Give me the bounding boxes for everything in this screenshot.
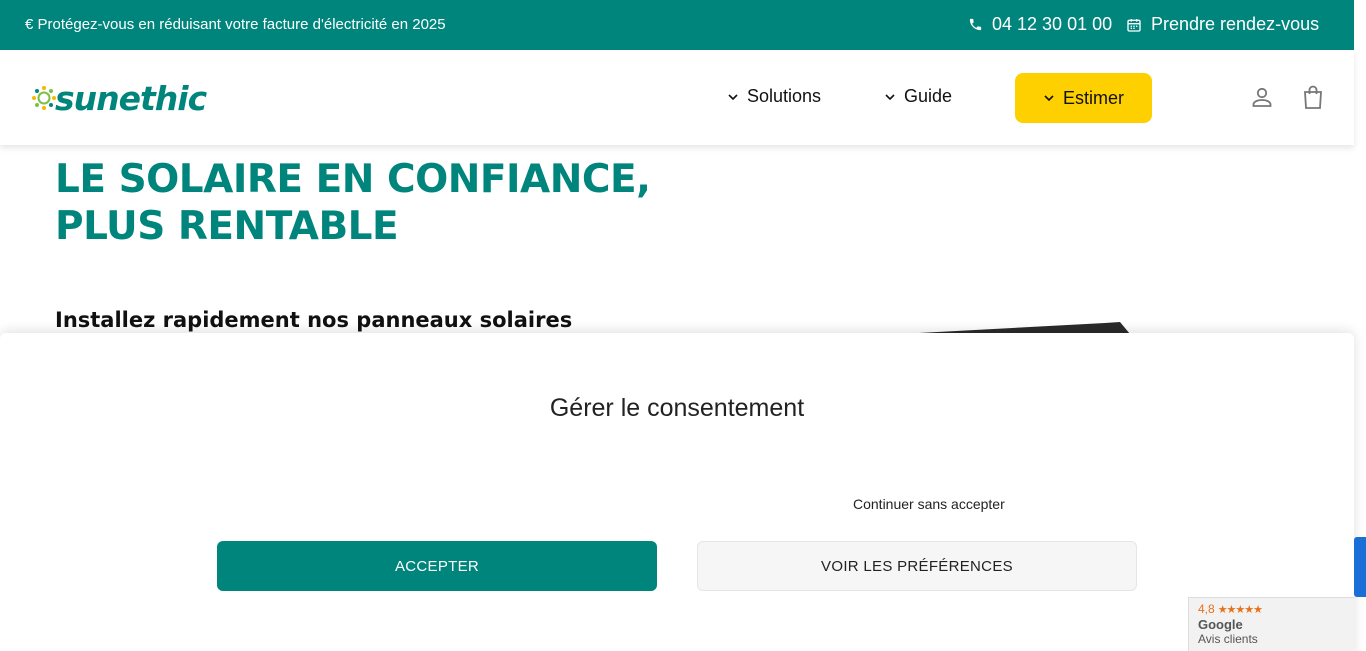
logo[interactable]: sunethic [31, 78, 207, 118]
star-rating-icon: ★★★★★ [1217, 603, 1263, 616]
promo-text[interactable]: € Protégez-vous en réduisant votre factu… [25, 16, 446, 33]
google-reviews-badge[interactable]: 4,8 ★★★★★ Google Avis clients [1188, 597, 1354, 651]
nav-solutions[interactable]: Solutions [727, 86, 821, 107]
hero-title-line2: PLUS RENTABLE [55, 204, 399, 249]
nav-guide-label: Guide [904, 86, 953, 106]
phone-number: 04 12 30 01 00 [992, 14, 1113, 34]
nav-guide[interactable]: Guide [884, 86, 952, 107]
announcement-bar: € Protégez-vous en réduisant votre factu… [0, 0, 1354, 50]
logo-text: sunethic [55, 78, 207, 118]
consent-modal: Gérer le consentement Continuer sans acc… [0, 333, 1354, 651]
appointment-label: Prendre rendez-vous [1151, 14, 1320, 34]
view-preferences-button[interactable]: VOIR LES PRÉFÉRENCES [697, 541, 1137, 591]
nav-solutions-label: Solutions [747, 86, 822, 106]
chevron-down-icon [728, 93, 738, 100]
account-icon[interactable] [1250, 85, 1274, 109]
estimer-label: Estimer [1062, 87, 1124, 108]
estimer-button[interactable]: Estimer [1015, 73, 1152, 123]
hero-subtitle: Installez rapidement nos panneaux solair… [55, 308, 573, 332]
sun-logo-icon [32, 86, 56, 110]
chevron-down-icon [1044, 95, 1054, 102]
phone-link[interactable]: 04 12 30 01 00 [968, 14, 1112, 35]
accept-button[interactable]: ACCEPTER [217, 541, 657, 591]
google-brand: Google [1198, 617, 1243, 632]
rating-row: 4,8 ★★★★★ [1198, 602, 1354, 616]
phone-icon [969, 18, 982, 31]
hero-title-line1: LE SOLAIRE EN CONFIANCE, [55, 157, 651, 202]
rating-value: 4,8 [1198, 602, 1215, 616]
side-tab[interactable] [1354, 537, 1366, 597]
site-header: sunethic Solutions Guide Estimer [0, 50, 1354, 145]
chevron-down-icon [885, 93, 895, 100]
calendar-icon [1127, 18, 1141, 32]
appointment-link[interactable]: Prendre rendez-vous [1126, 14, 1319, 35]
consent-title: Gérer le consentement [549, 394, 805, 422]
hero-title: LE SOLAIRE EN CONFIANCE, PLUS RENTABLE [55, 156, 651, 250]
solar-panel-image [900, 322, 1130, 334]
shopping-bag-icon[interactable] [1302, 84, 1324, 110]
reviews-label: Avis clients [1198, 632, 1258, 646]
continue-without-accepting-link[interactable]: Continuer sans accepter [853, 496, 1005, 512]
